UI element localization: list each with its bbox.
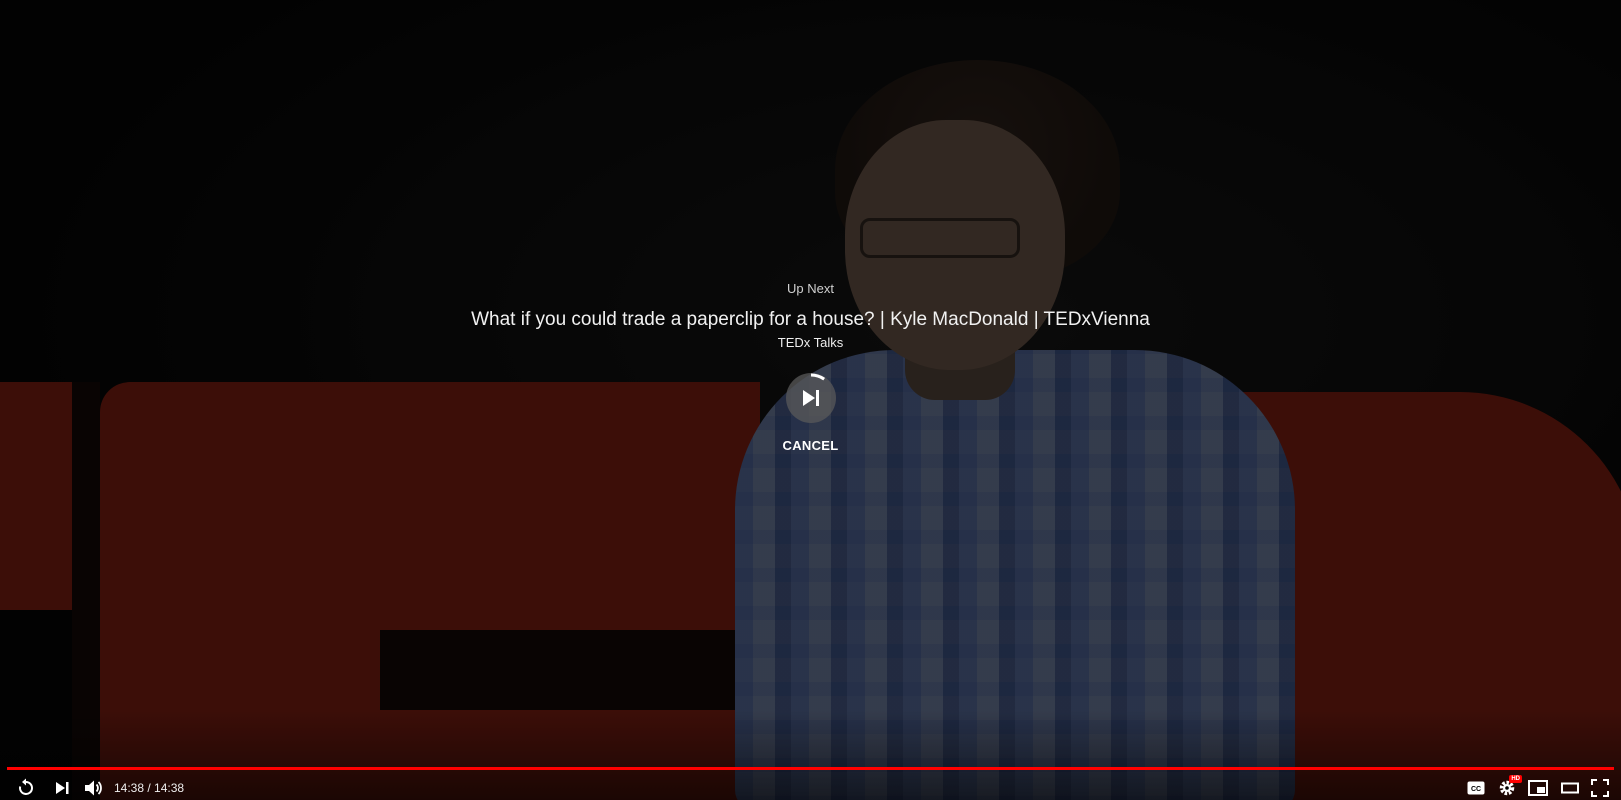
- replay-button[interactable]: [15, 777, 37, 799]
- time-display: 14:38 / 14:38: [114, 781, 185, 795]
- svg-text:CC: CC: [1471, 786, 1481, 793]
- video-player[interactable]: Up Next What if you could trade a paperc…: [0, 0, 1621, 800]
- next-button[interactable]: [51, 777, 73, 799]
- miniplayer-icon: [1528, 780, 1548, 796]
- volume-icon: [85, 780, 102, 796]
- progress-fill: [7, 767, 1614, 770]
- hd-badge: HD: [1509, 775, 1522, 783]
- up-next-title[interactable]: What if you could trade a paperclip for …: [0, 307, 1621, 333]
- up-next-overlay: Up Next What if you could trade a paperc…: [0, 280, 1621, 455]
- settings-button[interactable]: HD: [1496, 775, 1522, 799]
- replay-icon: [19, 778, 33, 795]
- fullscreen-button[interactable]: [1589, 777, 1611, 799]
- subtitles-button[interactable]: CC: [1465, 777, 1487, 799]
- subtitles-icon: CC: [1467, 781, 1485, 795]
- mute-button[interactable]: [82, 777, 104, 799]
- progress-bar[interactable]: [7, 767, 1614, 770]
- control-bar: 14:38 / 14:38 CC HD: [0, 773, 1621, 800]
- play-next-icon: [802, 390, 819, 406]
- cancel-button[interactable]: CANCEL: [777, 436, 845, 455]
- theater-mode-icon: [1561, 782, 1579, 794]
- up-next-label: Up Next: [787, 281, 834, 296]
- miniplayer-button[interactable]: [1527, 777, 1549, 799]
- fullscreen-icon: [1591, 779, 1609, 797]
- autoplay-next-button[interactable]: [785, 373, 836, 423]
- theater-mode-button[interactable]: [1559, 777, 1581, 799]
- up-next-channel[interactable]: TEDx Talks: [0, 334, 1621, 352]
- next-icon: [56, 782, 69, 794]
